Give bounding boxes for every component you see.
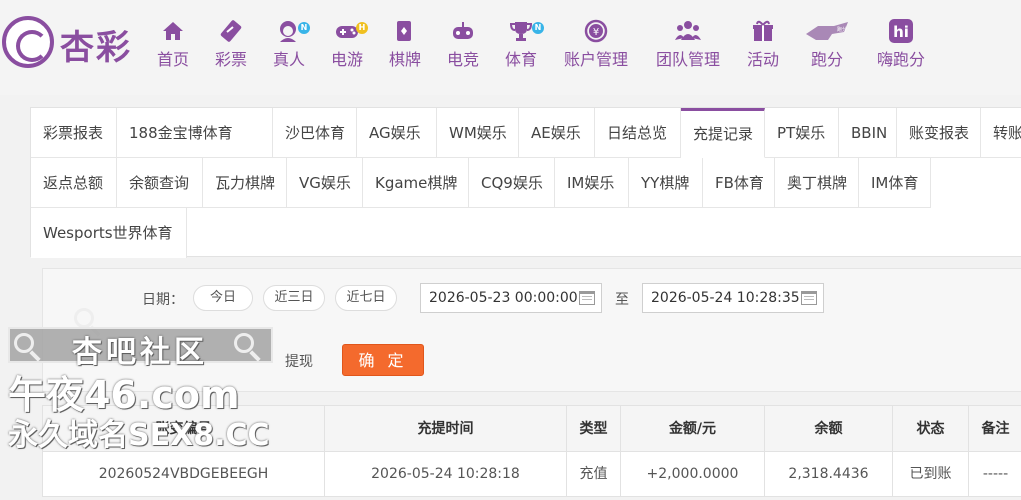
gift-icon xyxy=(753,20,773,41)
report-tabs: 彩票报表 188金宝博体育 沙巴体育 AG娱乐 WM娱乐 AE娱乐 日结总览 充… xyxy=(30,107,1021,258)
type-withdraw-option[interactable]: 提现 xyxy=(285,351,313,371)
tab-im[interactable]: IM娱乐 xyxy=(555,158,629,208)
quick-7days-button[interactable]: 近七日 xyxy=(335,285,397,311)
quick-3days-button[interactable]: 近三日 xyxy=(263,285,325,311)
quick-today-button[interactable]: 今日 xyxy=(193,285,253,311)
tab-transfer-report[interactable]: 转账报表 xyxy=(981,108,1021,158)
nav-team[interactable]: 团队管理 xyxy=(652,18,724,72)
svg-text:hi: hi xyxy=(893,23,909,41)
nav-sports[interactable]: N 体育 xyxy=(502,18,544,72)
tab-lottery-report[interactable]: 彩票报表 xyxy=(31,108,117,158)
top-header: 杏彩 首页 彩票 N 真人 H 电游 棋牌 电竞 N 体育 ¥ 账户管理 团队管… xyxy=(0,0,1021,95)
logo-emblem-icon xyxy=(2,16,54,68)
tab-im-sports[interactable]: IM体育 xyxy=(859,158,931,208)
tab-pt[interactable]: PT娱乐 xyxy=(765,108,839,158)
tab-yy-chess[interactable]: YY棋牌 xyxy=(629,158,703,208)
tab-cq9[interactable]: CQ9娱乐 xyxy=(469,158,555,208)
date-range-separator: 至 xyxy=(615,292,629,308)
tab-balance-query[interactable]: 余额查询 xyxy=(117,158,203,208)
svg-text:¥: ¥ xyxy=(593,27,599,38)
watermark-magnifier-icon xyxy=(14,333,34,353)
record-note: ----- xyxy=(982,466,1009,482)
confirm-button[interactable]: 确 定 xyxy=(342,344,424,376)
team-icon xyxy=(675,21,701,40)
start-date-input[interactable]: 2026-05-23 00:00:00 xyxy=(420,283,602,313)
column-header: 金额/元 xyxy=(621,406,765,451)
cards-icon xyxy=(397,21,411,41)
tab-account-change-report[interactable]: 账变报表 xyxy=(897,108,981,158)
end-date-input[interactable]: 2026-05-24 10:28:35 xyxy=(642,283,824,313)
tab-wesports[interactable]: Wesports世界体育 xyxy=(31,208,187,258)
table-row[interactable]: 20260524VBDGEBEEGH 2026-05-24 10:28:18 充… xyxy=(43,452,1021,496)
nav-esports[interactable]: 电竞 xyxy=(444,18,482,72)
column-header: 类型 xyxy=(567,406,621,451)
runner-icon: 跑分 xyxy=(806,22,848,40)
tab-vg[interactable]: VG娱乐 xyxy=(287,158,363,208)
yuan-coin-icon: ¥ xyxy=(584,19,608,43)
svg-text:跑分: 跑分 xyxy=(837,26,847,33)
esports-icon xyxy=(453,22,473,39)
column-header: 状态 xyxy=(893,406,969,451)
date-label: 日期： xyxy=(142,292,184,308)
watermark-banner: 杏吧社区 xyxy=(8,327,273,370)
nav-chess[interactable]: 棋牌 xyxy=(386,18,424,72)
record-type: 充值 xyxy=(567,452,621,496)
tab-188bet-sports[interactable]: 188金宝博体育 xyxy=(117,108,273,158)
tab-odin-chess[interactable]: 奥丁棋牌 xyxy=(775,158,859,208)
badge-new: N xyxy=(298,22,310,34)
ticket-icon xyxy=(220,20,242,42)
tab-daily-summary[interactable]: 日结总览 xyxy=(595,108,681,158)
tab-bbin[interactable]: BBIN xyxy=(839,108,897,158)
record-id: 20260524VBDGEBEEGH xyxy=(43,452,325,496)
tab-kgame-chess[interactable]: Kgame棋牌 xyxy=(363,158,469,208)
nav-live[interactable]: N 真人 xyxy=(270,18,310,72)
record-amount: +2,000.0000 xyxy=(621,452,765,496)
nav-lottery[interactable]: 彩票 xyxy=(212,18,250,72)
tab-saba-sports[interactable]: 沙巴体育 xyxy=(273,108,357,158)
tab-wali-chess[interactable]: 瓦力棋牌 xyxy=(203,158,287,208)
tab-fb-sports[interactable]: FB体育 xyxy=(703,158,775,208)
column-header: 备注 xyxy=(981,421,1010,437)
record-balance: 2,318.4436 xyxy=(765,452,893,496)
hi-icon: hi xyxy=(889,19,913,43)
column-header: 余额 xyxy=(765,406,893,451)
brand-name: 杏彩 xyxy=(60,28,132,68)
nav-account[interactable]: ¥ 账户管理 xyxy=(560,18,632,72)
brand-logo[interactable]: 杏彩 xyxy=(0,14,150,78)
nav-promotions[interactable]: 活动 xyxy=(744,18,782,72)
nav-score-run[interactable]: 跑分 跑分 xyxy=(802,18,852,72)
tab-rebate-total[interactable]: 返点总额 xyxy=(31,158,117,208)
tab-deposit-withdraw-records[interactable]: 充提记录 xyxy=(681,108,765,158)
calendar-icon[interactable] xyxy=(579,291,595,305)
tab-ae[interactable]: AE娱乐 xyxy=(519,108,595,158)
column-header: 充提时间 xyxy=(325,406,567,451)
trophy-icon xyxy=(509,22,533,41)
record-time: 2026-05-24 10:28:18 xyxy=(325,452,567,496)
nav-hi-score-run[interactable]: hi 嗨跑分 xyxy=(874,18,928,72)
badge-new: N xyxy=(532,22,544,34)
nav-home[interactable]: 首页 xyxy=(154,18,192,72)
tab-ag[interactable]: AG娱乐 xyxy=(357,108,437,158)
watermark-magnifier-icon xyxy=(234,333,254,353)
badge-hot: H xyxy=(356,22,368,34)
record-status: 已到账 xyxy=(893,452,969,496)
tab-wm[interactable]: WM娱乐 xyxy=(437,108,519,158)
watermark-domain: 永久域名SEX8.CC xyxy=(8,418,270,453)
nav-slots[interactable]: H 电游 xyxy=(328,18,368,72)
watermark-magnifier-icon xyxy=(74,308,94,328)
calendar-icon[interactable] xyxy=(801,291,817,305)
home-icon xyxy=(163,22,183,40)
